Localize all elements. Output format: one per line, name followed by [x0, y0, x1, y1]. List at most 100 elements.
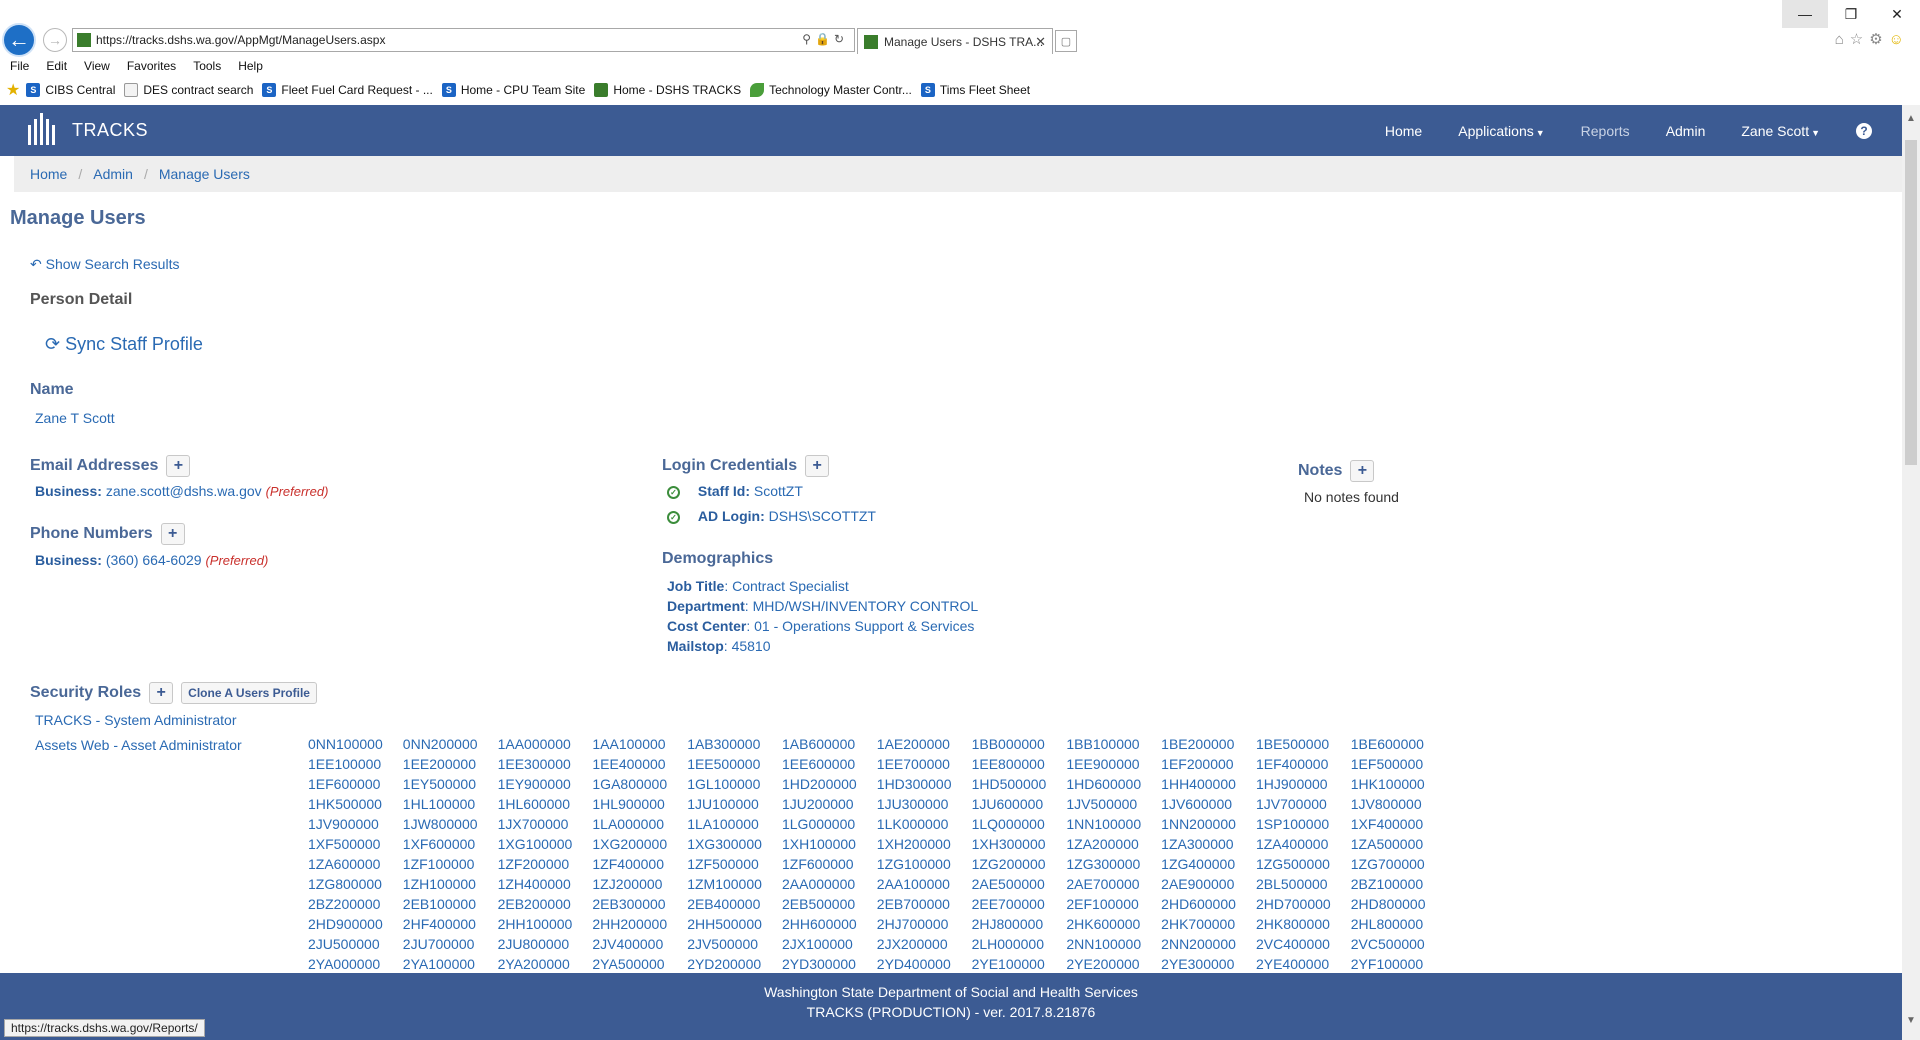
sync-staff-profile-label: Sync Staff Profile — [65, 334, 203, 354]
sync-staff-profile-link[interactable]: ⟳ Sync Staff Profile — [45, 334, 203, 355]
asset-code-item: 1JV800000 — [1350, 796, 1422, 812]
breadcrumb-home[interactable]: Home — [30, 166, 67, 182]
menu-help[interactable]: Help — [238, 59, 263, 73]
feedback-smiley-icon[interactable]: ☺ — [1889, 31, 1910, 48]
scroll-down-icon[interactable]: ▼ — [1906, 1015, 1916, 1026]
asset-code-item: 1ZG500000 — [1255, 856, 1330, 872]
add-login-button[interactable]: + — [805, 455, 830, 477]
security-role-item[interactable]: Assets Web - Asset Administrator — [35, 737, 242, 753]
nav-admin[interactable]: Admin — [1666, 123, 1706, 139]
email-preferred-badge: (Preferred) — [265, 484, 329, 499]
back-arrow-icon[interactable]: ← — [2, 23, 36, 57]
asset-code-item: 1AA000000 — [497, 736, 571, 752]
email-value[interactable]: zane.scott@dshs.wa.gov — [106, 483, 262, 499]
notes-section-heading: Notes + — [1298, 460, 1375, 482]
scroll-up-icon[interactable]: ▲ — [1906, 113, 1916, 124]
favorite-link[interactable]: S CIBS Central — [26, 83, 115, 97]
address-bar[interactable]: https://tracks.dshs.wa.gov/AppMgt/Manage… — [72, 28, 855, 52]
asset-code-item: 2YA200000 — [497, 956, 570, 972]
asset-code-item: 1EF600000 — [308, 776, 381, 792]
settings-gear-icon[interactable]: ⚙ — [1869, 31, 1888, 48]
address-url: https://tracks.dshs.wa.gov/AppMgt/Manage… — [96, 33, 386, 47]
asset-code-item: 1ZF600000 — [781, 856, 854, 872]
favorite-link[interactable]: S Fleet Fuel Card Request - ... — [262, 83, 433, 97]
add-phone-button[interactable]: + — [160, 523, 185, 545]
asset-code-item: 1JU600000 — [971, 796, 1044, 812]
asset-code-item: 1EE200000 — [402, 756, 476, 772]
search-icon[interactable]: ⚲ — [802, 32, 815, 46]
asset-code-item: 1AB300000 — [687, 736, 761, 752]
nav-user-dropdown[interactable]: Zane Scott ▼ — [1741, 123, 1820, 139]
add-email-button[interactable]: + — [166, 455, 191, 477]
asset-code-item: 1ZA300000 — [1161, 836, 1234, 852]
new-tab-button[interactable]: ▢ — [1055, 30, 1077, 52]
breadcrumb-admin[interactable]: Admin — [93, 166, 133, 182]
caret-down-icon: ▼ — [1811, 127, 1820, 138]
phone-label: Business: — [35, 552, 102, 568]
browser-tab[interactable]: Manage Users - DSHS TRA... ✕ — [857, 28, 1053, 54]
login-section-heading: Login Credentials + — [662, 455, 830, 477]
favorite-link[interactable]: DES contract search — [124, 83, 253, 97]
asset-code-item: 1LQ000000 — [971, 816, 1045, 832]
asset-code-item: 2AE700000 — [1066, 876, 1140, 892]
restore-icon[interactable]: ❐ — [1828, 0, 1874, 28]
forward-arrow-icon[interactable]: → — [43, 28, 67, 52]
department-value: MHD/WSH/INVENTORY CONTROL — [752, 598, 979, 614]
security-role-item[interactable]: TRACKS - System Administrator — [35, 712, 237, 728]
nav-home[interactable]: Home — [1385, 123, 1422, 139]
asset-code-item: 2EB700000 — [876, 896, 950, 912]
add-security-role-button[interactable]: + — [149, 682, 174, 704]
asset-code-item: 1ZG100000 — [876, 856, 951, 872]
menu-tools[interactable]: Tools — [193, 59, 221, 73]
favorites-star-icon[interactable]: ★ — [6, 80, 20, 100]
asset-code-item: 1EY900000 — [497, 776, 571, 792]
person-name: Zane T Scott — [35, 410, 115, 426]
menu-view[interactable]: View — [84, 59, 110, 73]
nav-reports[interactable]: Reports — [1581, 123, 1630, 139]
close-tab-icon[interactable]: ✕ — [1035, 34, 1046, 50]
favorite-link[interactable]: S Tims Fleet Sheet — [920, 83, 1030, 97]
asset-code-item: 2JU800000 — [497, 936, 570, 952]
menu-favorites[interactable]: Favorites — [127, 59, 176, 73]
asset-code-item: 1JW800000 — [402, 816, 478, 832]
job-title-value: Contract Specialist — [732, 578, 849, 594]
asset-code-item: 1ZJ200000 — [592, 876, 663, 892]
field-colon: : — [723, 638, 732, 654]
login-heading: Login Credentials — [662, 457, 798, 475]
address-actions[interactable]: ⚲🔒↻ — [802, 32, 848, 46]
asset-code-item: 0NN100000 — [308, 736, 383, 752]
asset-code-item: 1BB000000 — [971, 736, 1045, 752]
asset-code-item: 2JU500000 — [308, 936, 380, 952]
caret-down-icon: ▼ — [1535, 127, 1545, 138]
favorite-link[interactable]: Home - DSHS TRACKS — [594, 83, 741, 97]
menu-file[interactable]: File — [10, 59, 29, 73]
favorite-link[interactable]: Technology Master Contr... — [750, 83, 912, 97]
lock-icon[interactable]: 🔒 — [815, 32, 834, 46]
breadcrumb-manage-users[interactable]: Manage Users — [159, 166, 250, 182]
phone-heading: Phone Numbers — [30, 525, 153, 543]
scrollbar-thumb[interactable] — [1905, 140, 1917, 465]
refresh-icon[interactable]: ↻ — [834, 32, 848, 46]
home-icon[interactable]: ⌂ — [1835, 31, 1850, 48]
job-title-label: Job Title — [667, 578, 725, 594]
add-note-button[interactable]: + — [1350, 460, 1375, 482]
close-window-icon[interactable]: ✕ — [1874, 0, 1920, 28]
minimize-icon[interactable]: — — [1782, 0, 1828, 28]
favorite-link[interactable]: S Home - CPU Team Site — [441, 83, 585, 97]
ad-login-row: ✓ AD Login: DSHS\SCOTTZT — [667, 508, 876, 524]
asset-code-item: 2HH200000 — [592, 916, 668, 932]
favorites-star-icon[interactable]: ☆ — [1850, 31, 1869, 48]
brand[interactable]: TRACKS — [24, 113, 148, 147]
menu-edit[interactable]: Edit — [46, 59, 67, 73]
asset-code-item: 1ZH400000 — [497, 876, 571, 892]
vertical-scrollbar[interactable]: ▲ ▼ — [1902, 105, 1920, 1040]
show-search-results-link[interactable]: ↶ Show Search Results — [30, 256, 179, 273]
help-icon[interactable]: ? — [1856, 122, 1872, 139]
clone-users-profile-button[interactable]: Clone A Users Profile — [181, 682, 317, 704]
asset-code-item: 2HD900000 — [308, 916, 383, 932]
page-icon — [124, 83, 139, 97]
phone-preferred-badge: (Preferred) — [205, 553, 269, 568]
email-section-heading: Email Addresses + — [30, 455, 191, 477]
nav-applications-dropdown[interactable]: Applications ▼ — [1458, 123, 1544, 139]
email-heading: Email Addresses — [30, 457, 159, 475]
